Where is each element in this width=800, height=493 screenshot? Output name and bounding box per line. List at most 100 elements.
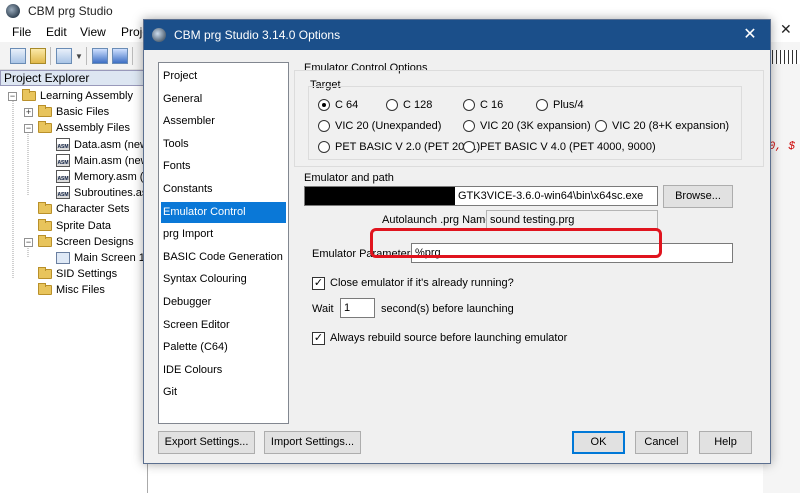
menu-view[interactable]: View	[80, 25, 106, 39]
ide-title: CBM prg Studio	[28, 4, 113, 18]
tree-folder[interactable]: − Learning Assembly	[8, 88, 147, 104]
checkmark-icon[interactable]: ✓	[312, 277, 325, 290]
tree-item-label: Memory.asm (new)	[74, 171, 147, 183]
toolbar-separator	[50, 47, 51, 65]
nav-item-palette-c64[interactable]: Palette (C64)	[161, 337, 286, 358]
tree-folder[interactable]: − Screen Designs	[24, 234, 147, 250]
nav-item-fonts[interactable]: Fonts	[161, 156, 286, 177]
radio-label: C 64	[335, 99, 359, 111]
close-icon[interactable]: ✕	[780, 21, 792, 38]
wait-label: Wait	[312, 303, 334, 315]
ok-button[interactable]: OK	[572, 431, 625, 454]
tree-item-label: Assembly Files	[56, 122, 130, 135]
nav-item-ide-colours[interactable]: IDE Colours	[161, 360, 286, 381]
radio-dot[interactable]	[595, 120, 607, 132]
dialog-title: CBM prg Studio 3.14.0 Options	[174, 28, 341, 42]
emulator-path-label: Emulator and path	[304, 172, 394, 184]
wait-suffix-label: second(s) before launching	[381, 303, 514, 315]
autolaunch-field[interactable]: sound testing.prg	[486, 210, 658, 230]
tree-file[interactable]: Memory.asm (new)	[56, 169, 147, 185]
radio-dot[interactable]	[386, 99, 398, 111]
nav-item-general[interactable]: General	[161, 89, 286, 110]
checkmark-icon[interactable]: ✓	[312, 332, 325, 345]
tree-folder[interactable]: Sprite Data	[38, 218, 147, 234]
nav-item-syntax-colouring[interactable]: Syntax Colouring	[161, 269, 286, 290]
screen-design-icon	[56, 252, 70, 264]
checkbox-label: Always rebuild source before launching e…	[330, 332, 568, 344]
radio-dot[interactable]	[318, 120, 330, 132]
chevron-down-icon[interactable]: ▼	[75, 52, 83, 61]
nav-item-debugger[interactable]: Debugger	[161, 292, 286, 313]
tree-item-label: Character Sets	[56, 203, 130, 216]
radio-dot[interactable]	[463, 99, 475, 111]
expand-icon[interactable]: +	[24, 108, 33, 118]
export-settings-button[interactable]: Export Settings...	[158, 431, 255, 454]
radio-label: VIC 20 (Unexpanded)	[335, 120, 442, 132]
project-icon[interactable]	[56, 48, 72, 64]
tree-folder[interactable]: + Basic Files	[24, 104, 147, 120]
app-logo-icon	[6, 4, 20, 18]
tree-item-label: Data.asm (new)	[74, 138, 148, 151]
tree-folder[interactable]: Misc Files	[38, 282, 147, 298]
tree-item-label: SID Settings	[56, 268, 118, 281]
menu-file[interactable]: File	[12, 25, 31, 39]
radio-dot[interactable]	[463, 120, 475, 132]
radio-label: C 128	[403, 99, 433, 111]
tree-folder[interactable]: − Assembly Files	[24, 120, 147, 136]
nav-item-screen-editor[interactable]: Screen Editor	[161, 315, 286, 336]
folder-icon	[38, 234, 52, 247]
new-file-icon[interactable]	[10, 48, 26, 64]
radio-label: C 16	[480, 99, 504, 111]
tree-file[interactable]: Data.asm (new)	[56, 137, 148, 153]
browse-button[interactable]: Browse...	[663, 185, 733, 208]
nav-item-assembler[interactable]: Assembler	[161, 111, 286, 132]
options-dialog: CBM prg Studio 3.14.0 Options ✕ Project G…	[143, 19, 771, 464]
tree-item-label: Learning Assembly	[40, 90, 133, 102]
emulator-path-field[interactable]: GTK3VICE-3.6.0-win64\bin\x64sc.exe	[304, 186, 658, 206]
nav-item-git[interactable]: Git	[161, 382, 286, 403]
app-logo-icon	[152, 28, 166, 42]
tree-folder[interactable]: SID Settings	[38, 266, 147, 282]
radio-dot[interactable]	[463, 141, 475, 153]
folder-icon	[38, 202, 52, 215]
open-folder-icon[interactable]	[30, 48, 46, 64]
collapse-icon[interactable]: −	[24, 124, 33, 134]
toolbar-separator	[132, 47, 133, 65]
asm-file-icon	[56, 137, 70, 151]
save-icon[interactable]	[92, 48, 108, 64]
help-button[interactable]: Help	[699, 431, 752, 454]
tree-item-label: Subroutines.asm	[74, 187, 147, 200]
emulator-path-value: GTK3VICE-3.6.0-win64\bin\x64sc.exe	[458, 190, 644, 202]
tree-item-label: Sprite Data	[56, 219, 112, 232]
radio-label: Plus/4	[553, 99, 584, 111]
tree-file[interactable]: Subroutines.asm	[56, 185, 147, 201]
dialog-titlebar[interactable]: CBM prg Studio 3.14.0 Options ✕	[144, 20, 770, 50]
radio-label: VIC 20 (8+K expansion)	[612, 120, 730, 132]
nav-item-basic-code-generation[interactable]: BASIC Code Generation	[161, 247, 286, 268]
nav-item-project[interactable]: Project	[161, 66, 286, 87]
radio-dot[interactable]	[318, 141, 330, 153]
tree-folder[interactable]: Character Sets	[38, 201, 147, 217]
tree-item-label: Misc Files	[56, 284, 105, 297]
tree-file[interactable]: Main Screen 1.sc	[56, 250, 147, 266]
nav-item-prg-import[interactable]: prg Import	[161, 224, 286, 245]
menu-edit[interactable]: Edit	[46, 25, 67, 39]
folder-icon	[38, 283, 52, 296]
nav-item-emulator-control[interactable]: Emulator Control	[161, 201, 286, 223]
cancel-button[interactable]: Cancel	[635, 431, 688, 454]
tree-item-label: Main Screen 1.sc	[74, 252, 147, 264]
tree-file[interactable]: Main.asm (new)	[56, 153, 147, 169]
collapse-icon[interactable]: −	[24, 237, 33, 247]
wait-seconds-field[interactable]: 1	[340, 298, 375, 318]
nav-item-tools[interactable]: Tools	[161, 134, 286, 155]
project-tree[interactable]: − Learning Assembly + Basic Files − Assembly …	[0, 86, 148, 493]
folder-icon	[38, 267, 52, 280]
options-category-list[interactable]: Project General Assembler Tools Fonts Constan…	[158, 62, 289, 424]
radio-dot[interactable]	[318, 99, 330, 111]
nav-item-constants[interactable]: Constants	[161, 179, 286, 200]
dialog-close-button[interactable]: ✕	[730, 20, 770, 50]
collapse-icon[interactable]: −	[8, 92, 17, 101]
radio-dot[interactable]	[536, 99, 548, 111]
import-settings-button[interactable]: Import Settings...	[264, 431, 361, 454]
save-all-icon[interactable]	[112, 48, 128, 64]
